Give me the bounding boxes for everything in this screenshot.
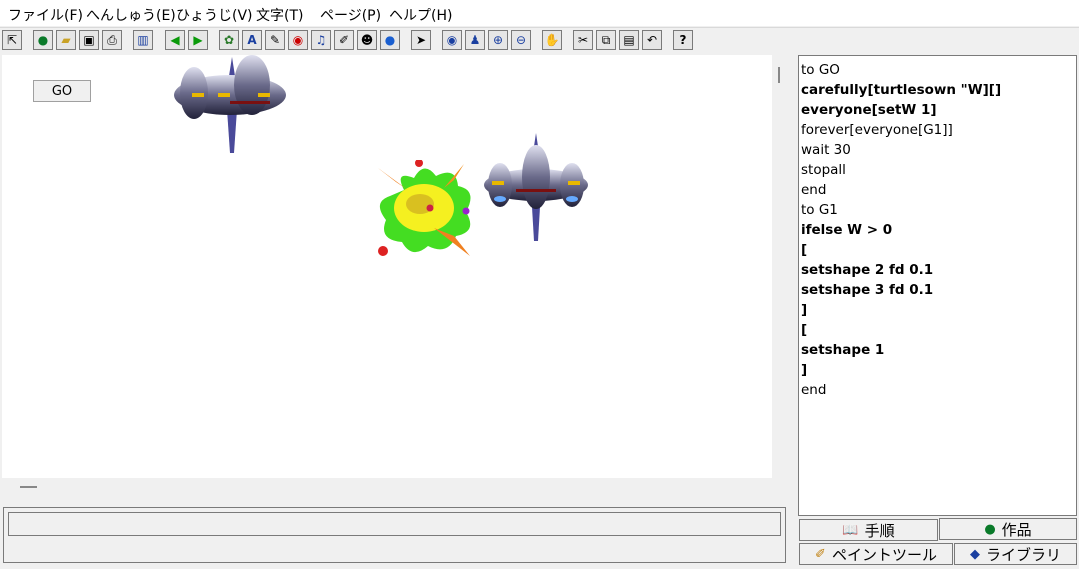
- code-line: ifelse W > 0: [801, 222, 893, 238]
- eye-icon[interactable]: ◉: [442, 30, 462, 50]
- turtle-icon[interactable]: ✿: [219, 30, 239, 50]
- code-line: setshape 1: [801, 342, 885, 358]
- stamp-icon[interactable]: ♟: [465, 30, 485, 50]
- select-pointer-icon[interactable]: ➤: [411, 30, 431, 50]
- hand-stop-icon[interactable]: ✋: [542, 30, 562, 50]
- code-line: setshape 3 fd 0.1: [801, 282, 934, 298]
- sphere-icon[interactable]: ●: [380, 30, 400, 50]
- code-line: ]: [801, 362, 808, 378]
- toolbar: ⇱ ● ▰ ▣ ⎙ ▥ ◀ ▶ ✿ A ✎ ◉ ♫ ✐ ☻ ● ➤ ◉ ♟ ⊕ …: [0, 27, 1079, 54]
- tab-projects-label: 作品: [1001, 520, 1032, 539]
- tab-procedures-label: 手順: [864, 521, 895, 540]
- command-input[interactable]: [8, 512, 781, 536]
- help-icon[interactable]: ?: [673, 30, 693, 50]
- scissors-icon[interactable]: ✂: [573, 30, 593, 50]
- tab-library[interactable]: ◆ ライブラリ: [954, 543, 1077, 565]
- forward-arrow-icon[interactable]: ▶: [188, 30, 208, 50]
- menu-help[interactable]: ヘルプ(H): [389, 5, 452, 25]
- procedures-panel[interactable]: to GO carefully[turtlesown "W][] everyon…: [798, 55, 1077, 516]
- code-line: [: [801, 242, 808, 258]
- code-line: wait 30: [801, 142, 851, 158]
- code-line: stopall: [801, 162, 846, 178]
- code-line: end: [801, 182, 827, 198]
- tab-paint-tools-label: ペイントツール: [831, 545, 937, 564]
- code-line: forever[everyone[G1]]: [801, 122, 953, 138]
- paste-icon[interactable]: ▤: [619, 30, 639, 50]
- code-line: to G1: [801, 202, 838, 218]
- code-line: end: [801, 382, 827, 398]
- open-folder-icon[interactable]: ▰: [56, 30, 76, 50]
- vertical-scroll-handle[interactable]: [778, 67, 780, 83]
- code-line: carefully[turtlesown "W][]: [801, 82, 1002, 98]
- shapes-icon: ◆: [969, 546, 980, 562]
- music-note-icon[interactable]: ♫: [311, 30, 331, 50]
- spaceship-turtle[interactable]: [172, 55, 292, 155]
- code-line: [: [801, 322, 808, 338]
- menu-text[interactable]: 文字(T): [256, 5, 303, 25]
- menu-file[interactable]: ファイル(F): [8, 5, 83, 25]
- menu-page[interactable]: ページ(P): [320, 5, 381, 25]
- code-line: everyone[setW 1]: [801, 102, 937, 118]
- tab-library-label: ライブラリ: [985, 545, 1061, 564]
- menu-bar: ファイル(F) へんしゅう(E) ひょうじ(V) 文字(T) ページ(P) ヘル…: [0, 0, 1079, 26]
- explosion-turtle[interactable]: [374, 160, 484, 265]
- menu-edit[interactable]: へんしゅう(E): [86, 5, 176, 25]
- print-icon[interactable]: ⎙: [102, 30, 122, 50]
- paintbrush-icon: ✐: [815, 546, 826, 562]
- tab-procedures[interactable]: 📖 手順: [799, 519, 938, 541]
- paintbrush-icon[interactable]: ✐: [334, 30, 354, 50]
- page-canvas[interactable]: GO: [2, 55, 772, 478]
- book-icon: 📖: [842, 522, 859, 538]
- undo-icon[interactable]: ↶: [642, 30, 662, 50]
- menu-view[interactable]: ひょうじ(V): [176, 5, 253, 25]
- back-arrow-icon[interactable]: ◀: [165, 30, 185, 50]
- save-disk-icon[interactable]: ▣: [79, 30, 99, 50]
- horizontal-scroll-handle[interactable]: [20, 486, 37, 488]
- tab-projects[interactable]: ● 作品: [939, 518, 1077, 540]
- tab-paint-tools[interactable]: ✐ ペイントツール: [799, 543, 953, 565]
- zoom-in-icon[interactable]: ⊕: [488, 30, 508, 50]
- code-line: ]: [801, 302, 808, 318]
- arrow-cursor-icon[interactable]: ⇱: [2, 30, 22, 50]
- command-center: [3, 507, 786, 563]
- go-button[interactable]: GO: [33, 80, 91, 102]
- text-box-icon[interactable]: A: [242, 30, 262, 50]
- code-line: setshape 2 fd 0.1: [801, 262, 934, 278]
- copy-icon[interactable]: ⧉: [596, 30, 616, 50]
- spaceship-turtle[interactable]: [482, 133, 592, 243]
- eye-shape-icon[interactable]: ◉: [288, 30, 308, 50]
- globe-icon: ●: [984, 521, 996, 537]
- layout-icon[interactable]: ▥: [133, 30, 153, 50]
- globe-icon[interactable]: ●: [33, 30, 53, 50]
- people-icon[interactable]: ☻: [357, 30, 377, 50]
- code-line: to GO: [801, 62, 840, 78]
- pen-icon[interactable]: ✎: [265, 30, 285, 50]
- zoom-out-icon[interactable]: ⊖: [511, 30, 531, 50]
